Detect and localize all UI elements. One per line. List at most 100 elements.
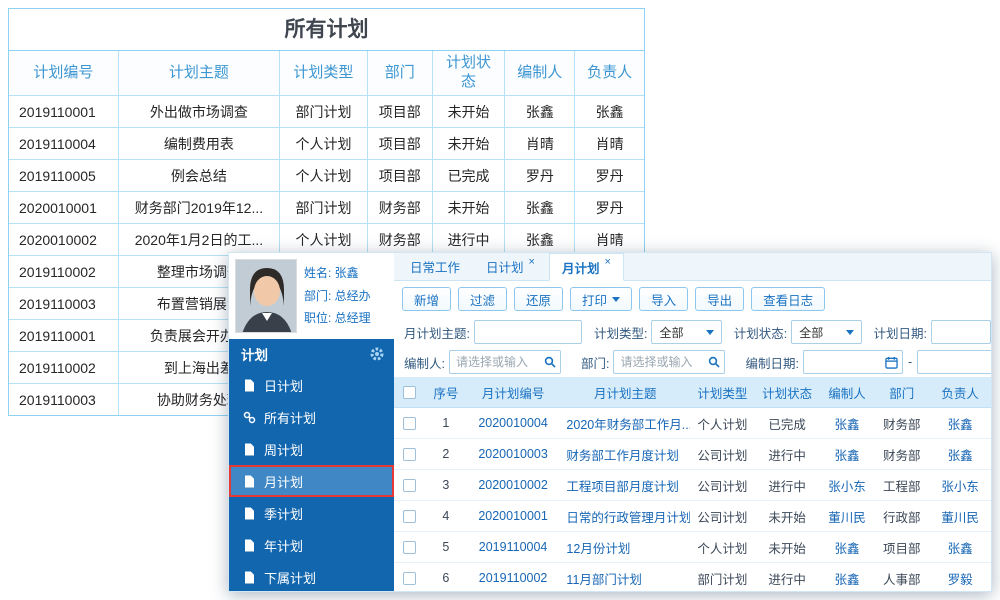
column-header: 计划编号 (9, 51, 119, 95)
tab-day-plan[interactable]: 日计划 × (474, 253, 547, 280)
subject-cell: 财务部工作月度计划 (560, 439, 690, 469)
row-checkbox[interactable] (403, 540, 417, 554)
row-checkbox[interactable] (403, 416, 417, 430)
doc-icon (243, 507, 256, 520)
subject-cell-link[interactable]: 日常的行政管理月计划 (566, 507, 690, 526)
subject-cell-link[interactable]: 12月份计划 (566, 538, 630, 557)
filter-button[interactable]: 过滤 (458, 287, 508, 311)
plan-code-cell-link[interactable]: 2020010004 (478, 416, 548, 430)
creator-cell-link[interactable]: 张鑫 (834, 569, 859, 588)
row-checkbox[interactable] (403, 447, 417, 461)
subject-cell-link[interactable]: 财务部工作月度计划 (566, 445, 679, 464)
search-icon[interactable] (544, 356, 556, 368)
sidebar-item-all-plans[interactable]: 所有计划 (229, 401, 394, 433)
plan-status-select-value: 全部 (799, 325, 824, 340)
owner-cell-link[interactable]: 张鑫 (948, 414, 973, 433)
subject-filter-input[interactable] (473, 320, 582, 344)
creator-cell-link[interactable]: 张鑫 (834, 538, 859, 557)
checkbox-cell (394, 408, 426, 438)
gear-icon[interactable] (370, 347, 384, 361)
table-row[interactable]: 2020010002 2020年1月2日的工... 个人计划 财务部 进行中 张鑫 肖晴 (9, 223, 644, 255)
subject-cell: 工程项目部月度计划 (560, 470, 690, 500)
button-label: 还原 (526, 293, 552, 308)
calendar-icon[interactable] (885, 356, 898, 369)
add-button[interactable]: 新增 (402, 287, 452, 311)
dept-cell: 财务部 (883, 448, 921, 463)
row-checkbox[interactable] (403, 478, 417, 492)
cell: 进行中 (433, 224, 506, 255)
tab-label: 月计划 (561, 261, 600, 276)
subject-cell-link[interactable]: 2020年财务部工作月... (566, 414, 690, 433)
plan-date-input[interactable] (931, 320, 991, 344)
close-icon[interactable]: × (529, 256, 535, 268)
view-log-button[interactable]: 查看日志 (751, 287, 826, 311)
cell: 财务部门2019年12... (119, 192, 281, 223)
sidebar-item-label: 季计划 (264, 506, 304, 522)
status-cell: 进行中 (768, 479, 806, 494)
restore-button[interactable]: 还原 (514, 287, 564, 311)
owner-cell-link[interactable]: 董川民 (941, 507, 979, 526)
sidebar-item-subordinate-plan[interactable]: 下属计划 (229, 561, 394, 591)
doc-icon (243, 539, 256, 552)
checkbox-cell (394, 532, 426, 562)
creator-filter-label: 编制人: (404, 356, 445, 371)
owner-cell-link[interactable]: 张鑫 (948, 538, 973, 557)
tab-daily-work[interactable]: 日常工作 (398, 253, 472, 280)
plan-code-cell-link[interactable]: 2020010002 (478, 478, 548, 492)
owner-cell: 张鑫 (929, 439, 991, 469)
owner-cell: 张小东 (929, 470, 991, 500)
plan-status-select[interactable]: 全部 (791, 320, 862, 344)
cell: 个人计划 (280, 224, 368, 255)
cell: 项目部 (368, 128, 433, 159)
column-header: 计划主题 (118, 51, 281, 95)
column-header: 计划状态 (762, 386, 813, 401)
table-row[interactable]: 2019110005 例会总结 个人计划 项目部 已完成 罗丹 罗丹 (9, 159, 644, 191)
export-button[interactable]: 导出 (695, 287, 745, 311)
plan-code-cell-link[interactable]: 2019110004 (479, 540, 548, 554)
close-icon[interactable]: × (604, 256, 610, 268)
creator-cell-link[interactable]: 张鑫 (834, 445, 859, 464)
column-header: 月计划编号 (481, 386, 545, 401)
table-row[interactable]: 2019110001 外出做市场调查 部门计划 项目部 未开始 张鑫 张鑫 (9, 95, 644, 127)
owner-cell-link[interactable]: 罗毅 (948, 569, 973, 588)
owner-cell-link[interactable]: 张鑫 (948, 445, 973, 464)
sidebar-item-day-plan[interactable]: 日计划 (229, 369, 394, 401)
owner-cell-link[interactable]: 张小东 (941, 476, 979, 495)
type-cell: 公司计划 (697, 448, 748, 463)
import-button[interactable]: 导入 (639, 287, 689, 311)
avatar (235, 259, 297, 333)
status-filter-label: 计划状态: (733, 326, 788, 341)
checkbox-cell (394, 563, 426, 591)
plan-code-cell-link[interactable]: 2020010003 (478, 447, 548, 461)
subject-cell-link[interactable]: 工程项目部月度计划 (566, 476, 679, 495)
plan-code-cell-link[interactable]: 2019110002 (479, 571, 548, 585)
created-date-end-input[interactable] (917, 350, 991, 374)
table-row[interactable]: 2020010001 财务部门2019年12... 部门计划 财务部 未开始 张鑫 罗丹 (9, 191, 644, 223)
tab-month-plan[interactable]: 月计划 × (548, 253, 624, 281)
row-checkbox[interactable] (403, 509, 417, 523)
sidebar-item-year-plan[interactable]: 年计划 (229, 529, 394, 561)
creator-cell-link[interactable]: 董川民 (828, 507, 866, 526)
column-header: 编制人 (505, 51, 576, 95)
creator-cell-link[interactable]: 张小东 (828, 476, 866, 495)
sidebar-item-quarter-plan[interactable]: 季计划 (229, 497, 394, 529)
subject-cell-link[interactable]: 11月部门计划 (566, 569, 641, 588)
cell: 未开始 (433, 96, 506, 127)
print-button[interactable]: 打印 (570, 287, 633, 311)
cell: 2019110002 (9, 352, 119, 383)
date-range-separator: - (907, 355, 913, 369)
table-row[interactable]: 2019110004 编制费用表 个人计划 项目部 未开始 肖晴 肖晴 (9, 127, 644, 159)
type-cell: 部门计划 (697, 572, 748, 587)
status-cell: 进行中 (768, 572, 806, 587)
search-icon[interactable] (708, 356, 721, 368)
plan-code-cell: 2019110004 (466, 532, 561, 562)
sidebar-item-month-plan[interactable]: 月计划 (229, 465, 394, 497)
creator-cell-link[interactable]: 张鑫 (834, 414, 859, 433)
cell: 已完成 (433, 160, 506, 191)
row-checkbox[interactable] (403, 571, 417, 585)
sidebar-item-week-plan[interactable]: 周计划 (229, 433, 394, 465)
plan-type-select[interactable]: 全部 (651, 320, 722, 344)
plan-code-cell-link[interactable]: 2020010001 (478, 509, 548, 523)
select-all-checkbox[interactable] (403, 385, 417, 399)
sidebar-nav: 日计划 所有计划 周计划 月计划季计划年计划 下属计划 (229, 369, 394, 591)
